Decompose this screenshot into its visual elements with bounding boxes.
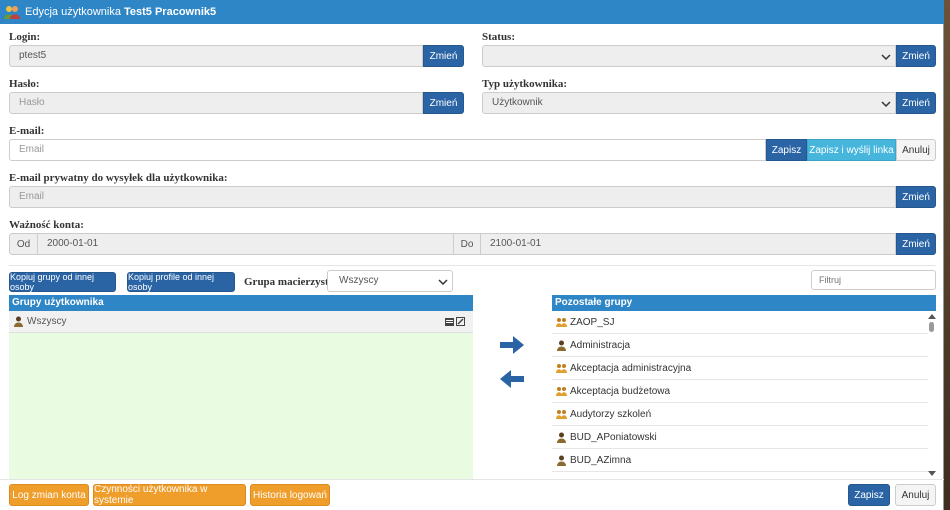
password-label: Hasło: [9,78,40,90]
login-field[interactable]: ptest5 [9,45,423,67]
email-label: E-mail: [9,125,45,137]
user-icon [14,316,23,327]
arrow-left-icon[interactable] [500,370,524,388]
arrow-right-icon[interactable] [500,336,524,354]
user-icon [557,455,566,466]
user-type-change-button[interactable]: Zmień [896,92,936,114]
list-item-label: Akceptacja administracyjna [570,362,692,374]
list-item-label: Wszyscy [27,316,67,327]
password-field[interactable]: Hasło [9,92,423,114]
private-email-field[interactable]: Email [9,186,896,208]
status-change-button[interactable]: Zmień [896,45,936,67]
status-label: Status: [482,31,516,43]
user-type-label: Typ użytkownika: [482,78,568,90]
scroll-up-icon[interactable] [928,313,936,319]
cancel-button[interactable]: Anuluj [895,484,936,506]
user-type-select[interactable]: Użytkownik [482,92,896,114]
group-icon [556,363,567,373]
email-save-button[interactable]: Zapisz [766,139,807,161]
other-groups-scrollbar[interactable] [928,311,936,479]
change-log-button[interactable]: Log zmian konta [9,484,89,506]
validity-to-field[interactable]: 2100-01-01 [480,233,896,255]
private-email-change-button[interactable]: Zmień [896,186,936,208]
validity-from-label: Od [9,233,38,255]
dialog-titlebar: Edycja użytkownika Test5 Pracownik5 [0,0,944,24]
list-item-label: Akceptacja budżetowa [570,385,671,397]
list-item[interactable]: ZAOP_SJ [552,311,930,334]
copy-profiles-button[interactable]: Kopiuj profile od innej osoby [127,272,235,292]
list-item[interactable]: Audytorzy szkoleń [552,403,930,426]
footer-divider [0,479,944,480]
user-icon [557,340,566,351]
edit-user-dialog: Edycja użytkownika Test5 Pracownik5 Logi… [0,0,944,510]
list-item-label: BUD_APoniatowski [570,431,657,443]
list-item[interactable]: Akceptacja administracyjna [552,357,930,380]
parent-group-select[interactable]: Wszyscy [327,270,453,292]
list-item[interactable]: Wszyscy [9,311,473,333]
validity-to-label: Do [453,233,481,255]
other-groups-list: ZAOP_SJ Administracja Akceptacja adminis… [552,311,936,479]
group-icon [556,317,567,327]
list-item[interactable]: Administracja [552,334,930,357]
users-icon [4,6,20,19]
background-window-edge [944,0,950,510]
list-item-label: ZAOP_SJ [570,316,615,328]
validity-change-button[interactable]: Zmień [896,233,936,255]
login-label: Login: [9,31,41,43]
save-button[interactable]: Zapisz [848,484,890,506]
validity-label: Ważność konta: [9,219,84,231]
copy-groups-button[interactable]: Kopiuj grupy od innej osoby [9,272,116,292]
scroll-down-icon[interactable] [928,471,936,477]
email-save-send-button[interactable]: Zapisz i wyślij linka [807,139,896,161]
email-cancel-button[interactable]: Anuluj [896,139,936,161]
login-history-button[interactable]: Historia logowań [250,484,330,506]
dialog-title-username: Test5 Pracownik5 [124,6,217,18]
chevron-down-icon [881,101,891,108]
login-change-button[interactable]: Zmień [423,45,464,67]
user-activities-button[interactable]: Czynności użytkownika w systemie [93,484,246,506]
scrollbar-thumb[interactable] [929,322,934,332]
filter-input[interactable] [811,270,936,290]
email-field[interactable]: Email [9,139,766,161]
other-groups-header: Pozostałe grupy [552,295,936,311]
password-change-button[interactable]: Zmień [423,92,464,114]
chevron-down-icon [438,279,448,286]
list-item[interactable]: BUD_APoniatowski [552,426,930,449]
list-item-label: Administracja [570,339,631,351]
status-select[interactable] [482,45,896,67]
edit-icon[interactable] [456,317,465,326]
user-groups-list: Wszyscy [9,311,473,479]
group-icon [556,409,567,419]
chevron-down-icon [881,54,891,61]
user-type-value: Użytkownik [492,97,543,108]
separator [9,265,936,266]
list-item-label: Audytorzy szkoleń [570,408,652,420]
list-item-label: BUD_AZimna [570,454,632,466]
parent-group-label: Grupa macierzysta: [244,276,338,288]
user-groups-header: Grupy użytkownika [9,295,473,311]
dialog-title: Edycja użytkownika [25,6,121,18]
list-item[interactable]: Akceptacja budżetowa [552,380,930,403]
user-icon [557,432,566,443]
private-email-label: E-mail prywatny do wysyłek dla użytkowni… [9,172,228,184]
list-item[interactable]: BUD_AZimna [552,449,930,472]
group-icon [556,386,567,396]
validity-from-field[interactable]: 2000-01-01 [37,233,454,255]
calendar-icon[interactable] [445,317,454,326]
parent-group-value: Wszyscy [339,275,379,286]
